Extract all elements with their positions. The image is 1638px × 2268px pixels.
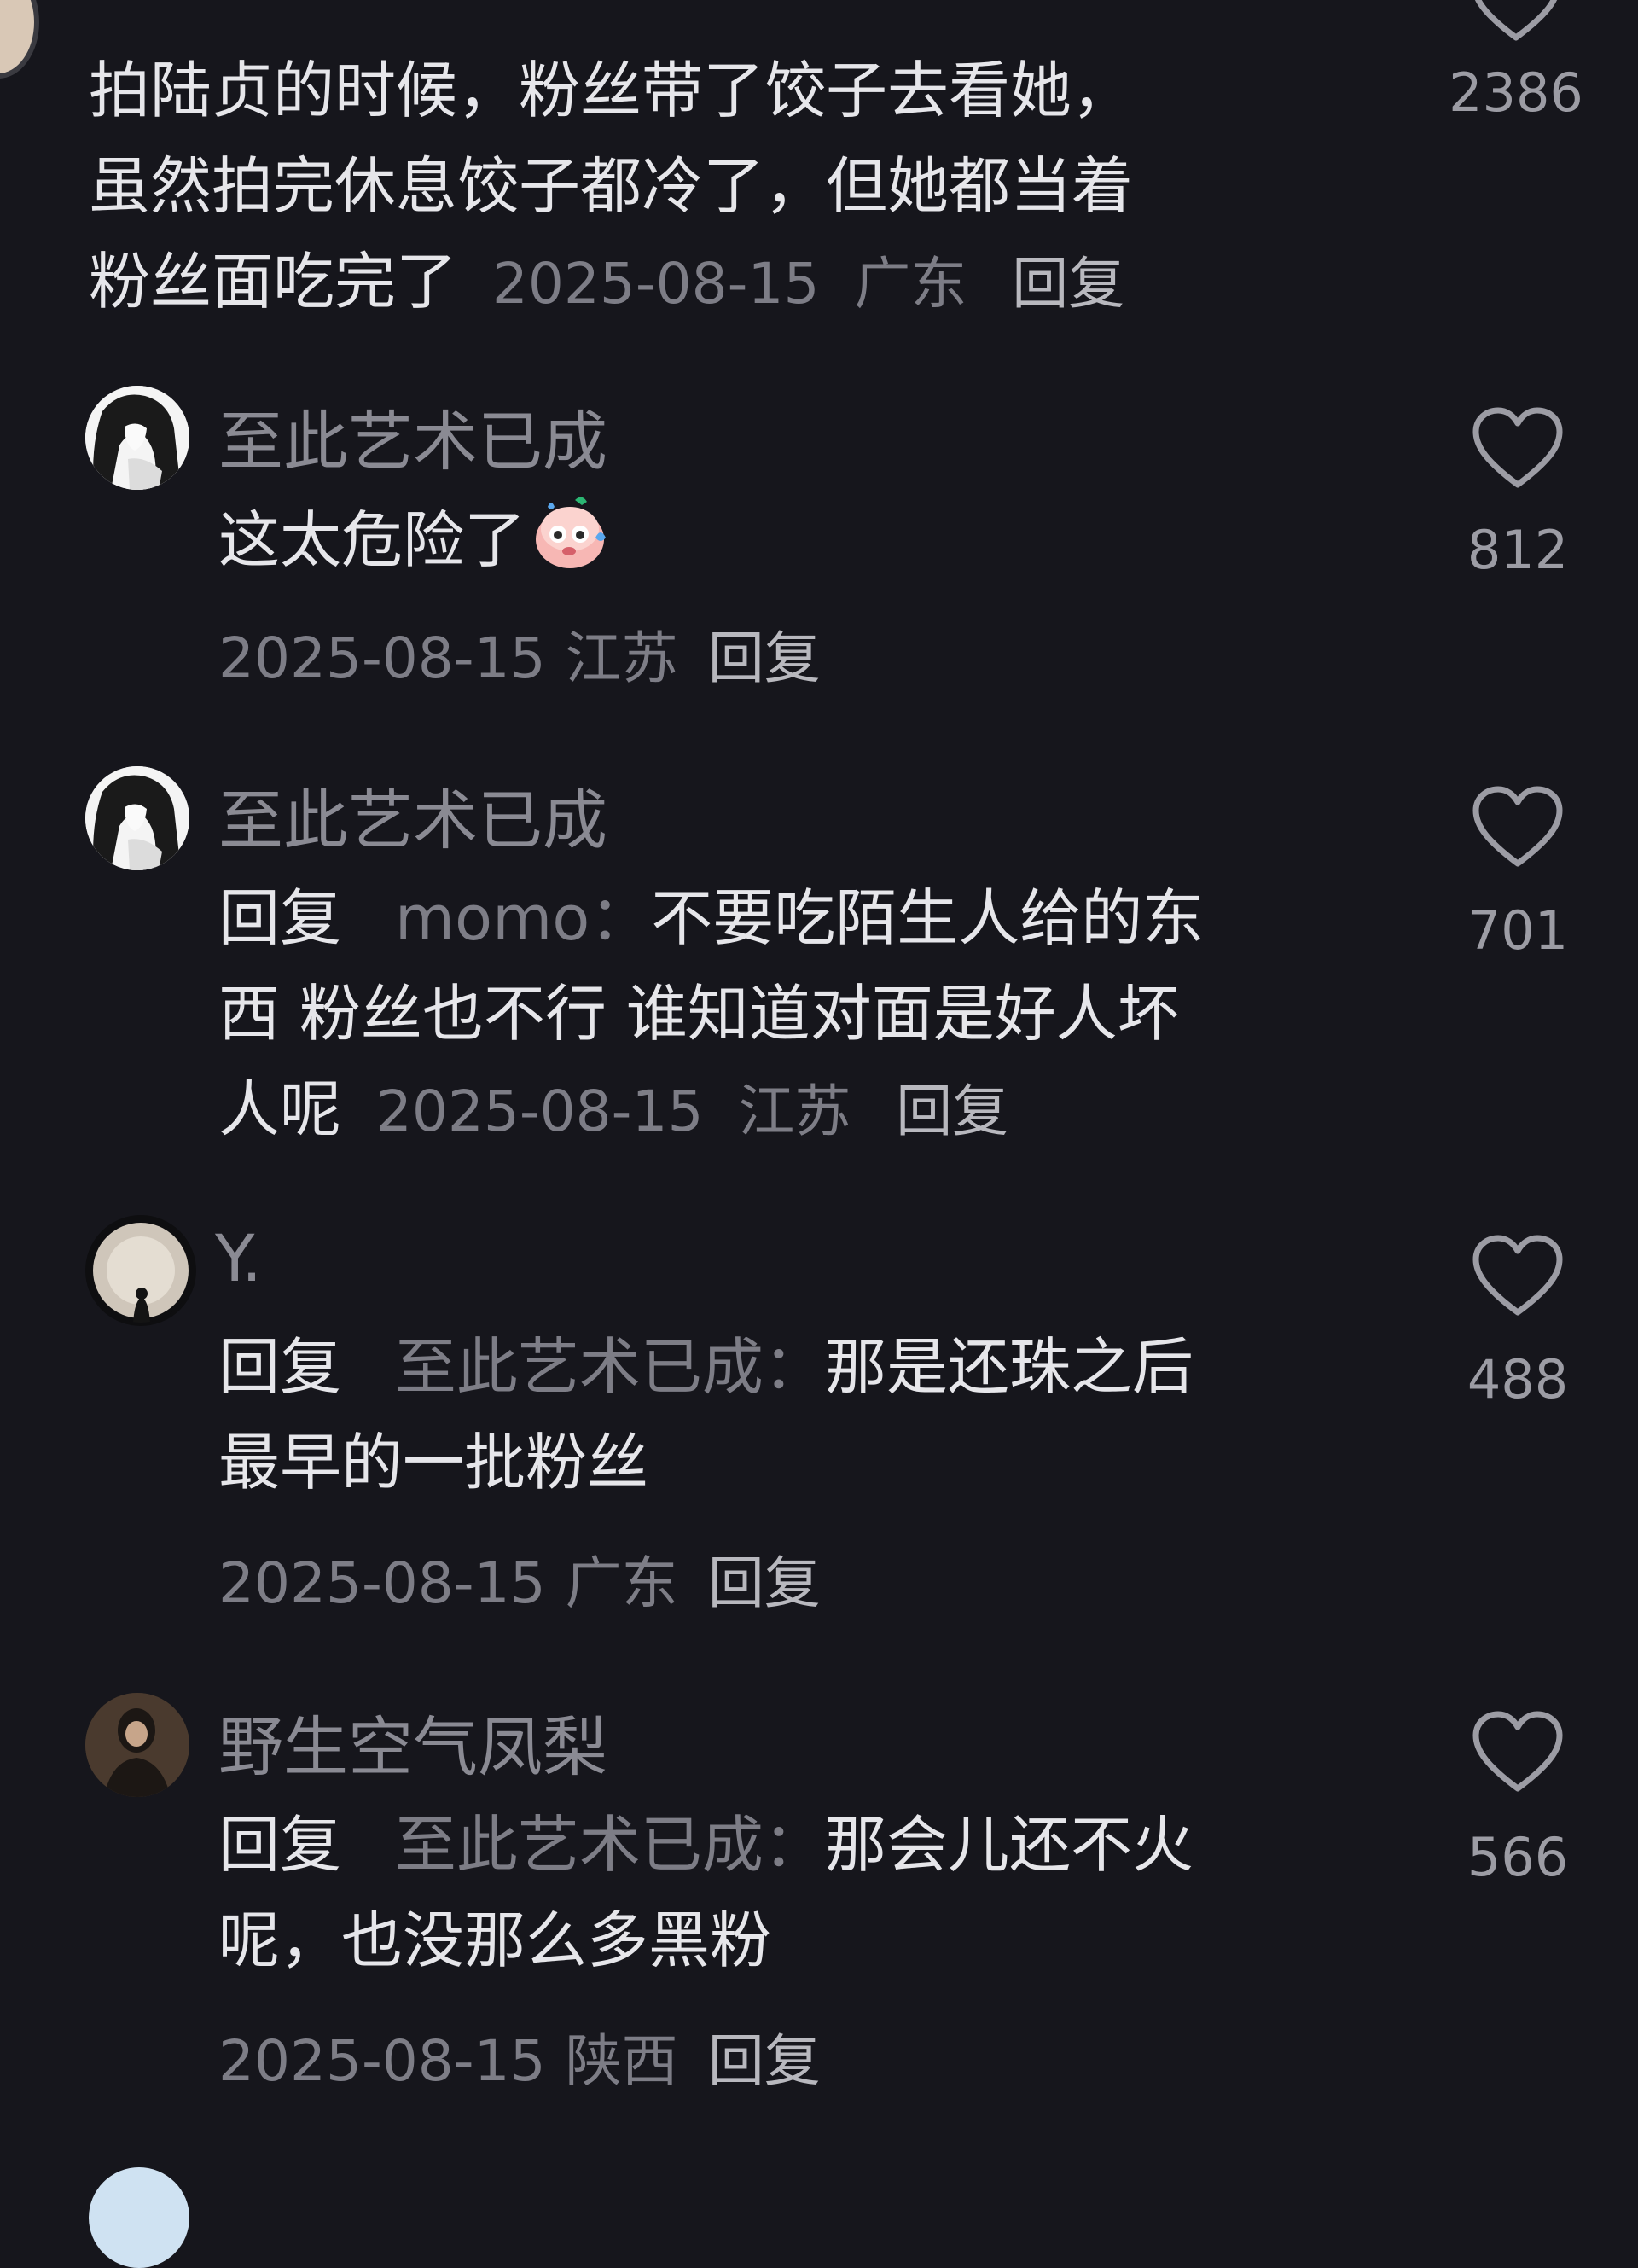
reply-text: 那会儿还不火: [824, 1809, 1194, 1881]
top-comment-avatar[interactable]: [0, 0, 39, 79]
like-button[interactable]: [1471, 1234, 1565, 1323]
reply-line: 呢，也没那么多黑粉: [218, 1905, 772, 1976]
reply-line: 回复 至此艺术已成：那会儿还不火: [218, 1797, 1413, 1893]
reply-prefix: 回复: [218, 1331, 342, 1403]
avatar[interactable]: [85, 1215, 196, 1326]
comment-location: 广东: [565, 1550, 678, 1616]
reply-body[interactable]: 这太危险了: [218, 491, 613, 588]
avatar[interactable]: [85, 1693, 189, 1797]
heart-outline-icon: [1471, 1234, 1565, 1319]
reply-line: 回复 momo：不要吃陌生人给的东: [218, 870, 1413, 966]
comment-location: 陕西: [565, 2028, 678, 2094]
avatar-image: [93, 1223, 189, 1323]
like-button[interactable]: [1471, 406, 1565, 495]
reply-text: 不要吃陌生人给的东: [651, 882, 1205, 954]
reply-prefix: 回复: [218, 882, 342, 954]
reply-button[interactable]: 回复: [896, 1079, 1008, 1144]
top-comment-like-button[interactable]: [1469, 0, 1563, 48]
heart-outline-icon: [1471, 1710, 1565, 1795]
next-comment-avatar[interactable]: [89, 2167, 189, 2268]
reply-line: 最早的一批粉丝: [218, 1427, 649, 1498]
comment-date: 2025-08-15: [491, 251, 820, 317]
username[interactable]: Y.: [215, 1220, 262, 1296]
mention-colon: ：: [590, 882, 652, 954]
mention-colon: ：: [763, 1809, 825, 1881]
comment-date: 2025-08-15: [218, 2028, 546, 2094]
like-count: 488: [1467, 1348, 1569, 1410]
heart-outline-icon: [1471, 406, 1565, 491]
reply-meta: 2025-08-15 广东 回复: [218, 1538, 821, 1620]
comment-line-with-meta: 粉丝面吃完了 2025-08-15 广东 回复: [89, 234, 1368, 332]
comment-location: 江苏: [565, 625, 678, 691]
reply-text: 那是还珠之后: [824, 1331, 1194, 1403]
comment-line: 虽然拍完休息饺子都冷了，但她都当着: [89, 150, 1134, 222]
avatar-image: [85, 1693, 189, 1797]
reply-body[interactable]: 回复 至此艺术已成：那是还珠之后 最早的一批粉丝: [218, 1319, 1413, 1510]
comment-location: 江苏: [738, 1079, 851, 1144]
reply-button[interactable]: 回复: [708, 1550, 821, 1616]
avatar-image: [85, 386, 189, 490]
like-count: 812: [1467, 519, 1569, 581]
reply-meta: 2025-08-15 陕西 回复: [218, 2015, 821, 2097]
reply-line-with-meta: 人呢 2025-08-15 江苏 回复: [218, 1061, 1413, 1160]
comment-date: 2025-08-15: [218, 625, 546, 691]
like-count: 566: [1467, 1826, 1569, 1888]
heart-outline-icon: [1471, 785, 1565, 870]
avatar[interactable]: [85, 386, 189, 490]
like-button[interactable]: [1471, 785, 1565, 874]
mention-colon: ：: [763, 1331, 825, 1403]
username[interactable]: 至此艺术已成: [218, 768, 607, 862]
reply-button[interactable]: 回复: [708, 2028, 821, 2094]
like-count: 701: [1467, 899, 1569, 962]
reply-text: 这太危险了: [218, 504, 526, 576]
reply-button[interactable]: 回复: [708, 625, 821, 691]
comment-location: 广东: [854, 251, 967, 317]
reply-body[interactable]: 回复 momo：不要吃陌生人给的东 西 粉丝也不行 谁知道对面是好人坏 人呢 2…: [218, 870, 1413, 1160]
comment-line: 拍陆贞的时候，粉丝带了饺子去看她，: [89, 55, 1134, 126]
top-comment-like-count: 2386: [1449, 61, 1583, 124]
username[interactable]: 野生空气凤梨: [218, 1695, 607, 1788]
username[interactable]: 至此艺术已成: [218, 389, 607, 483]
reply-text: 人呢: [218, 1073, 342, 1145]
comment-date: 2025-08-15: [218, 1550, 546, 1616]
avatar[interactable]: [85, 766, 189, 870]
mention-link[interactable]: momo: [395, 882, 590, 954]
reply-line: 回复 至此艺术已成：那是还珠之后: [218, 1319, 1413, 1415]
like-button[interactable]: [1471, 1710, 1565, 1799]
reply-prefix: 回复: [218, 1809, 342, 1881]
top-comment-body[interactable]: 拍陆贞的时候，粉丝带了饺子去看她， 虽然拍完休息饺子都冷了，但她都当着 粉丝面吃…: [89, 43, 1368, 332]
reply-body[interactable]: 回复 至此艺术已成：那会儿还不火 呢，也没那么多黑粉: [218, 1797, 1413, 1988]
reply-line: 西 粉丝也不行 谁知道对面是好人坏: [218, 978, 1179, 1050]
sweat-face-emoji: [536, 497, 607, 568]
reply-meta: 2025-08-15 江苏 回复: [218, 613, 821, 695]
avatar-image: [85, 766, 189, 870]
comment-date: 2025-08-15: [375, 1079, 704, 1144]
comment-line: 粉丝面吃完了: [89, 246, 458, 317]
mention-link[interactable]: 至此艺术已成: [395, 1809, 764, 1881]
heart-outline-icon: [1469, 0, 1563, 44]
mention-link[interactable]: 至此艺术已成: [395, 1331, 764, 1403]
reply-button[interactable]: 回复: [1012, 251, 1124, 317]
